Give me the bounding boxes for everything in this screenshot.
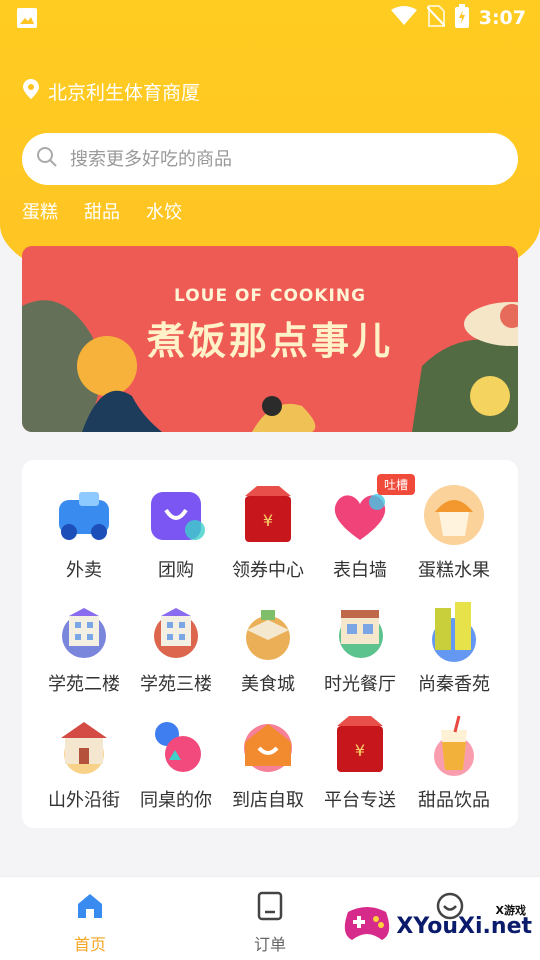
category-label: 蛋糕水果	[418, 560, 490, 581]
category-item[interactable]: ¥ 领券中心	[222, 482, 314, 592]
category-label: 领券中心	[232, 560, 304, 581]
tab-orders-label: 订单	[253, 935, 286, 954]
category-item[interactable]: 学苑三楼	[130, 596, 222, 706]
category-item[interactable]: ¥ 平台专送	[314, 712, 406, 822]
coupon-box-icon: ¥	[235, 482, 301, 548]
building-icon	[143, 596, 209, 662]
category-item[interactable]: 尚秦香苑	[408, 596, 500, 706]
coupon-box-icon: ¥	[327, 712, 393, 778]
location-label: 北京利生体育商厦	[48, 82, 201, 104]
no-sim-icon	[426, 5, 446, 31]
hot-tag-cake[interactable]: 蛋糕	[22, 198, 58, 224]
category-item[interactable]: 美食城	[222, 596, 314, 706]
category-item[interactable]: 山外沿街	[38, 712, 130, 822]
category-label: 表白墙	[333, 560, 387, 581]
category-label: 同桌的你	[140, 790, 212, 811]
promo-banner[interactable]: LOUE OF COOKING 煮饭那点事儿	[22, 246, 518, 432]
category-item[interactable]: 吐槽表白墙	[314, 474, 415, 592]
status-time: 3:07	[478, 7, 526, 29]
category-item[interactable]: 外卖	[38, 482, 130, 592]
category-label: 到店自取	[232, 790, 304, 811]
svg-text:¥: ¥	[263, 511, 273, 530]
gamepad-logo-icon	[342, 904, 392, 948]
category-item[interactable]: 甜品饮品	[408, 712, 500, 822]
battery-charging-icon	[454, 4, 469, 32]
search-icon	[36, 146, 58, 172]
food-court-icon	[235, 596, 301, 662]
category-item[interactable]: 蛋糕水果	[408, 482, 500, 592]
category-label: 美食城	[241, 674, 295, 695]
hot-tags: 蛋糕 甜品 水饺	[22, 198, 182, 224]
tab-orders[interactable]: 订单	[180, 877, 360, 960]
category-item[interactable]: 到店自取	[222, 712, 314, 822]
category-item[interactable]: 团购	[130, 482, 222, 592]
building-icon	[51, 596, 117, 662]
location-selector[interactable]: 北京利生体育商厦	[22, 78, 200, 105]
heart-icon: 吐槽	[327, 474, 415, 548]
watermark-small-text: X游戏	[495, 904, 526, 917]
banner-title: 煮饭那点事儿	[146, 318, 393, 363]
category-label: 平台专送	[324, 790, 396, 811]
tab-home-label: 首页	[73, 935, 106, 954]
drink-cup-icon	[421, 712, 487, 778]
home-icon	[75, 891, 105, 925]
search-input[interactable]	[70, 148, 490, 170]
cupcake-icon	[421, 482, 487, 548]
category-label: 学苑三楼	[140, 674, 212, 695]
tab-home[interactable]: 首页	[0, 877, 180, 960]
shopping-bag-icon	[143, 482, 209, 548]
category-grid: 外卖 团购 ¥ 领券中心 吐槽 表白墙 蛋糕水果 学苑二楼 学苑三楼 美食城 时光餐厅 尚秦香苑 山外沿…	[22, 460, 518, 828]
svg-text:¥: ¥	[355, 741, 365, 760]
hot-tag-dumpling[interactable]: 水饺	[146, 198, 182, 224]
status-bar: 3:07	[0, 0, 540, 36]
category-label: 时光餐厅	[324, 674, 396, 695]
location-pin-icon	[22, 78, 40, 105]
category-label: 团购	[158, 560, 194, 581]
shop-icon	[51, 712, 117, 778]
scooter-icon	[51, 482, 117, 548]
category-label: 学苑二楼	[48, 674, 120, 695]
category-item[interactable]: 同桌的你	[130, 712, 222, 822]
order-icon	[256, 891, 284, 925]
category-label: 山外沿街	[48, 790, 120, 811]
category-item[interactable]: 时光餐厅	[314, 596, 406, 706]
house-icon	[235, 712, 301, 778]
image-notification-icon	[16, 7, 38, 29]
category-label: 尚秦香苑	[418, 674, 490, 695]
wifi-icon	[390, 6, 417, 30]
category-label: 外卖	[66, 560, 102, 581]
category-item[interactable]: 学苑二楼	[38, 596, 130, 706]
hot-tag-dessert[interactable]: 甜品	[84, 198, 120, 224]
banner-subtitle: LOUE OF COOKING	[173, 286, 367, 306]
search-bar[interactable]	[22, 133, 518, 185]
restaurant-icon	[327, 596, 393, 662]
friends-icon	[143, 712, 209, 778]
tower-icon	[421, 596, 487, 662]
category-label: 甜品饮品	[418, 790, 490, 811]
